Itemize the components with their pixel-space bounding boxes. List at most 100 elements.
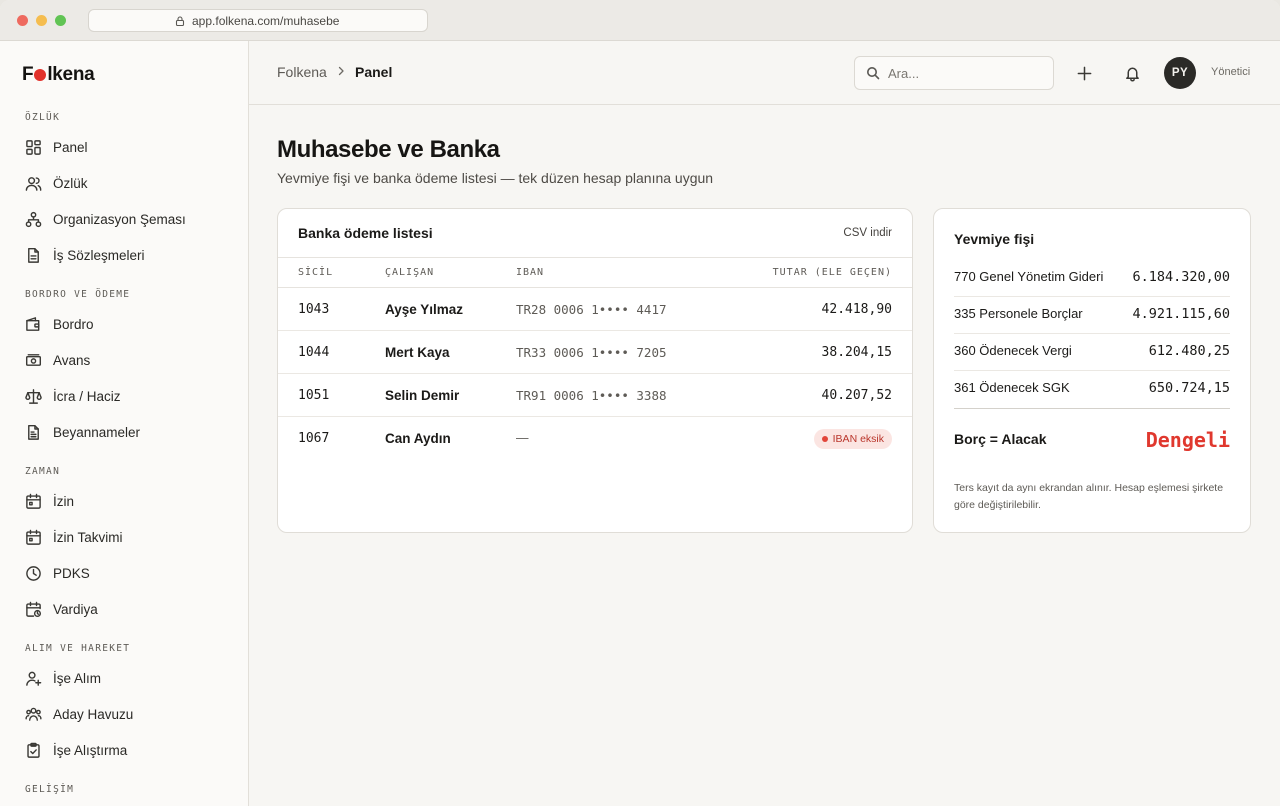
minimize-window-button[interactable] <box>36 15 47 26</box>
sidebar-section-alim: ALIM VE HAREKET <box>25 643 131 654</box>
cell-iban: — <box>516 431 529 445</box>
journal-card-title: Yevmiye fişi <box>954 231 1035 247</box>
sidebar-item-bordro[interactable]: Bordro <box>25 312 94 336</box>
page-title: Muhasebe ve Banka <box>277 136 500 163</box>
url-text: app.folkena.com/muhasebe <box>192 13 340 28</box>
sidebar-item-ozluk[interactable]: Özlük <box>25 171 88 195</box>
sidebar-item-label: İş Sözleşmeleri <box>53 247 145 263</box>
column-header-calisan[interactable]: ÇALIŞAN <box>385 267 434 278</box>
sidebar-item-is-sozlesmeleri[interactable]: İş Sözleşmeleri <box>25 243 145 267</box>
balance-label: Borç = Alacak <box>954 431 1047 447</box>
search-box[interactable] <box>854 56 1054 90</box>
sidebar-item-label: Beyannameler <box>53 424 141 440</box>
sidebar-item-label: İzin <box>53 493 75 509</box>
sidebar-item-label: Avans <box>53 352 91 368</box>
table-row[interactable]: 1044 Mert Kaya TR33 0006 1•••• 7205 38.2… <box>278 331 912 374</box>
journal-voucher-card: Yevmiye fişi 770 Genel Yönetim Gideri 6.… <box>933 208 1251 533</box>
sidebar-item-beyannameler[interactable]: Beyannameler <box>25 420 140 444</box>
cell-sicil: 1067 <box>298 431 330 446</box>
wallet-icon <box>26 316 40 331</box>
table-row[interactable]: 1043 Ayşe Yılmaz TR28 0006 1•••• 4417 42… <box>278 288 912 331</box>
clock-icon <box>26 565 41 581</box>
cell-employee-name: Selin Demir <box>385 388 460 403</box>
table-row[interactable]: 1051 Selin Demir TR91 0006 1•••• 3388 40… <box>278 374 912 417</box>
sidebar-item-icra-haciz[interactable]: İcra / Haciz <box>25 384 121 408</box>
sidebar-section-bordro: BORDRO VE ÖDEME <box>25 289 131 300</box>
user-plus-icon <box>26 671 42 686</box>
table-row[interactable]: 1067 Can Aydın — IBAN eksik <box>278 417 912 460</box>
add-button[interactable] <box>1073 62 1095 84</box>
column-header-sicil[interactable]: SİCİL <box>298 267 333 278</box>
sidebar-item-label: Bordro <box>53 316 94 332</box>
bank-payment-card: Banka ödeme listesi CSV indir SİCİL ÇALI… <box>277 208 913 533</box>
sidebar-item-label: Vardiya <box>53 601 98 617</box>
sidebar-item-label: Aday Havuzu <box>53 706 134 722</box>
cell-employee-name: Mert Kaya <box>385 345 450 360</box>
cell-amount: 40.207,52 <box>821 388 892 403</box>
notifications-button[interactable] <box>1121 62 1143 84</box>
brand-name-part1: F <box>22 64 34 85</box>
journal-account: 360 Ödenecek Vergi <box>954 343 1072 358</box>
file-text-icon <box>28 424 39 440</box>
journal-entry-row: 360 Ödenecek Vergi 612.480,25 <box>954 334 1230 371</box>
balance-status: Dengeli <box>1145 428 1230 452</box>
sidebar-item-vardiya[interactable]: Vardiya <box>25 597 98 621</box>
sidebar-section-gelisim: GELİŞİM <box>25 784 75 795</box>
sidebar: Flkena ÖZLÜK Panel Özlük Organizasyon Şe… <box>0 41 249 806</box>
address-bar[interactable]: app.folkena.com/muhasebe <box>88 9 428 32</box>
sidebar-item-label: İşe Alım <box>53 670 102 686</box>
journal-value: 612.480,25 <box>1148 343 1230 359</box>
cell-employee-name: Can Aydın <box>385 431 451 446</box>
user-role-label: Yönetici <box>1211 66 1251 78</box>
top-bar: Folkena Panel PY Yönetici <box>249 41 1280 105</box>
breadcrumb-root[interactable]: Folkena <box>277 64 327 80</box>
document-icon <box>28 247 39 263</box>
scale-icon <box>25 388 42 404</box>
cell-amount: 38.204,15 <box>821 345 892 360</box>
journal-entry-row: 335 Personele Borçlar 4.921.115,60 <box>954 297 1230 334</box>
journal-entry-row: 770 Genel Yönetim Gideri 6.184.320,00 <box>954 260 1230 297</box>
csv-download-link[interactable]: CSV indir <box>843 227 892 239</box>
sidebar-item-label: Özlük <box>53 175 88 191</box>
sidebar-item-ise-alim[interactable]: İşe Alım <box>25 666 101 690</box>
sidebar-item-label: İzin Takvimi <box>53 529 123 545</box>
dashboard-icon <box>26 139 41 155</box>
cell-iban: TR28 0006 1•••• 4417 <box>516 302 667 317</box>
sidebar-item-aday-havuzu[interactable]: Aday Havuzu <box>25 702 133 726</box>
sidebar-item-avans[interactable]: Avans <box>25 348 90 372</box>
avatar[interactable]: PY <box>1164 57 1196 89</box>
chevron-right-icon <box>338 66 344 76</box>
browser-chrome: app.folkena.com/muhasebe <box>0 0 1280 41</box>
journal-value: 650.724,15 <box>1148 380 1230 396</box>
sidebar-item-panel[interactable]: Panel <box>25 135 88 159</box>
sidebar-item-organizasyon[interactable]: Organizasyon Şeması <box>25 207 186 231</box>
journal-account: 335 Personele Borçlar <box>954 306 1083 321</box>
sidebar-section-zaman: ZAMAN <box>25 466 61 477</box>
sidebar-section-ozluk: ÖZLÜK <box>25 112 61 123</box>
cell-employee-name: Ayşe Yılmaz <box>385 302 464 317</box>
column-header-iban[interactable]: IBAN <box>516 267 544 278</box>
maximize-window-button[interactable] <box>55 15 66 26</box>
sidebar-item-pdks[interactable]: PDKS <box>25 561 90 585</box>
breadcrumb-current: Panel <box>355 64 393 80</box>
journal-value: 4.921.115,60 <box>1132 306 1230 322</box>
cell-amount: 42.418,90 <box>821 302 892 317</box>
sidebar-item-ise-alistirma[interactable]: İşe Alıştırma <box>25 738 127 762</box>
bell-icon <box>1125 67 1139 81</box>
sidebar-item-izin[interactable]: İzin <box>25 489 74 513</box>
column-header-tutar[interactable]: TUTAR (ELE GEÇEN) <box>773 267 892 278</box>
cash-icon <box>25 353 42 366</box>
status-badge-label: IBAN eksik <box>832 433 884 445</box>
calendar-days-icon <box>26 529 41 545</box>
journal-entry-row: 361 Ödenecek SGK 650.724,15 <box>954 371 1230 408</box>
sidebar-item-izin-takvimi[interactable]: İzin Takvimi <box>25 525 123 549</box>
journal-note: Ters kayıt da aynı ekrandan alınır. Hesa… <box>954 482 1224 511</box>
calendar-clock-icon <box>26 601 42 617</box>
cell-sicil: 1044 <box>298 345 330 360</box>
close-window-button[interactable] <box>17 15 28 26</box>
page-subtitle: Yevmiye fişi ve banka ödeme listesi — te… <box>277 170 714 186</box>
brand-logo[interactable]: Flkena <box>22 64 95 86</box>
brand-name-part2: lkena <box>47 64 95 85</box>
app-window: app.folkena.com/muhasebe Flkena ÖZLÜK Pa… <box>0 0 1280 806</box>
search-input[interactable] <box>888 65 1038 81</box>
